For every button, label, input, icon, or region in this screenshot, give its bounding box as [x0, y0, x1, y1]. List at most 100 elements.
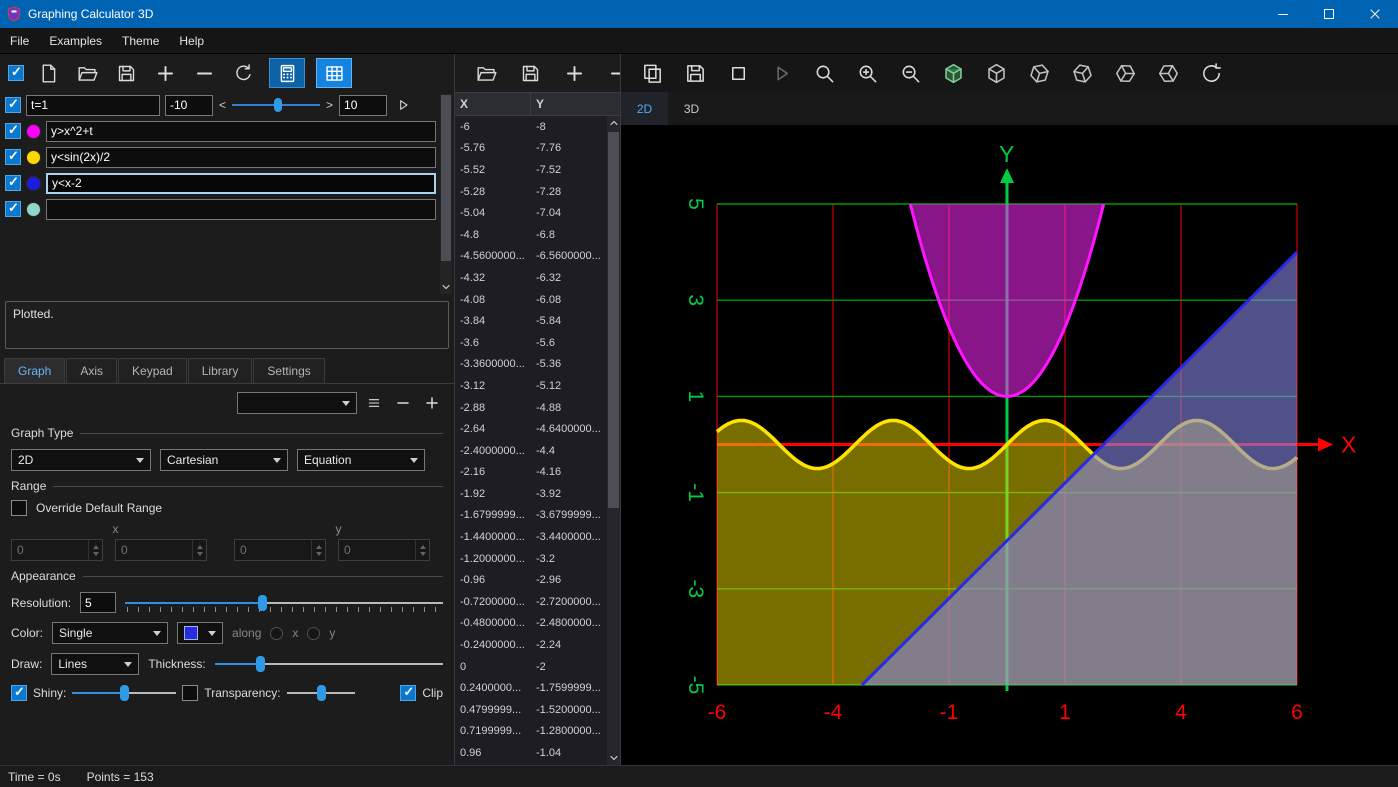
table-row[interactable]: -4.08 -6.08 [455, 289, 620, 311]
spin-down-icon[interactable] [315, 551, 322, 556]
transparency-slider[interactable] [286, 684, 355, 702]
table-row[interactable]: -4.32 -6.32 [455, 267, 620, 289]
add-equation-button[interactable] [150, 58, 180, 88]
table-row[interactable]: -0.7200000... -2.7200000... [455, 591, 620, 613]
equation-type-select[interactable]: Equation [297, 449, 425, 471]
stop-button[interactable] [723, 58, 753, 88]
table-row[interactable]: -4.8 -6.8 [455, 224, 620, 246]
add-graph-button[interactable] [420, 392, 444, 414]
table-row[interactable]: -0.4800000... -2.4800000... [455, 613, 620, 635]
view-default-button[interactable] [938, 58, 968, 88]
draw-mode-select[interactable]: Lines [51, 653, 140, 675]
clip-checkbox[interactable] [400, 684, 417, 701]
tab-3d[interactable]: 3D [668, 92, 715, 125]
view-front-button[interactable] [981, 58, 1011, 88]
minimize-button[interactable] [1260, 0, 1306, 28]
table-row[interactable]: -4.5600000... -6.5600000... [455, 246, 620, 268]
equation-color-swatch[interactable] [26, 123, 41, 139]
tab-keypad[interactable]: Keypad [118, 358, 187, 383]
range-x-max-spinner[interactable]: 0 [115, 539, 207, 561]
range-y-min-spinner[interactable]: 0 [234, 539, 326, 561]
calculator-view-toggle[interactable] [269, 58, 305, 88]
thickness-slider[interactable] [214, 655, 443, 673]
parameter-increment-button[interactable]: > [325, 98, 334, 112]
remove-row-button[interactable] [603, 58, 621, 88]
equation-color-swatch[interactable] [26, 201, 41, 217]
resolution-slider[interactable] [125, 594, 443, 612]
new-file-button[interactable] [33, 58, 63, 88]
table-row[interactable]: -6 -8 [455, 116, 620, 138]
saved-graph-select[interactable] [237, 392, 357, 414]
menu-examples[interactable]: Examples [39, 28, 112, 53]
scroll-down-button[interactable] [440, 280, 452, 294]
table-row[interactable]: -5.52 -7.52 [455, 159, 620, 181]
maximize-button[interactable] [1306, 0, 1352, 28]
equation-enabled-checkbox[interactable] [5, 148, 21, 165]
zoom-in-button[interactable] [852, 58, 882, 88]
slider-thumb[interactable] [316, 685, 326, 701]
equations-scrollbar[interactable] [440, 94, 452, 294]
select-all-checkbox[interactable] [8, 64, 24, 81]
tab-library[interactable]: Library [187, 358, 253, 383]
menu-theme[interactable]: Theme [112, 28, 169, 53]
play-button[interactable] [766, 58, 796, 88]
scrollbar-thumb[interactable] [441, 95, 451, 261]
shiny-slider[interactable] [72, 684, 177, 702]
equation-input[interactable] [46, 146, 436, 168]
spin-down-icon[interactable] [92, 551, 99, 556]
replot-button[interactable] [228, 58, 258, 88]
slider-thumb[interactable] [120, 685, 130, 701]
spin-up-icon[interactable] [196, 544, 203, 549]
tab-settings[interactable]: Settings [253, 358, 325, 383]
table-row[interactable]: -2.64 -4.6400000... [455, 418, 620, 440]
equation-input[interactable] [46, 198, 436, 220]
table-row[interactable]: -2.4000000... -4.4 [455, 440, 620, 462]
menu-help[interactable]: Help [169, 28, 214, 53]
table-row[interactable]: 0 -2 [455, 656, 620, 678]
color-swatch-select[interactable] [177, 622, 224, 644]
parameter-min-input[interactable] [165, 94, 213, 116]
save-table-button[interactable] [515, 58, 545, 88]
override-range-checkbox[interactable] [11, 500, 27, 516]
table-row[interactable]: -3.3600000... -5.36 [455, 354, 620, 376]
slider-thumb[interactable] [257, 594, 267, 611]
equation-enabled-checkbox[interactable] [5, 174, 21, 191]
table-row[interactable]: -1.4400000... -3.4400000... [455, 526, 620, 548]
equation-input[interactable] [46, 120, 436, 142]
remove-equation-button[interactable] [189, 58, 219, 88]
spin-down-icon[interactable] [196, 551, 203, 556]
equation-color-swatch[interactable] [26, 175, 41, 191]
table-row[interactable]: -5.04 -7.04 [455, 202, 620, 224]
table-row[interactable]: 0.2400000... -1.7599999... [455, 677, 620, 699]
resolution-input[interactable] [80, 592, 117, 613]
transparency-checkbox[interactable] [182, 685, 199, 701]
save-image-button[interactable] [680, 58, 710, 88]
spin-up-icon[interactable] [315, 544, 322, 549]
range-x-min-spinner[interactable]: 0 [11, 539, 103, 561]
copy-image-button[interactable] [637, 58, 667, 88]
table-row[interactable]: -1.6799999... -3.6799999... [455, 505, 620, 527]
dimension-select[interactable]: 2D [11, 449, 151, 471]
table-row[interactable]: -0.2400000... -2.24 [455, 634, 620, 656]
menu-file[interactable]: File [0, 28, 39, 53]
zoom-fit-button[interactable] [809, 58, 839, 88]
table-scrollbar[interactable] [607, 116, 620, 765]
table-row[interactable]: -3.84 -5.84 [455, 310, 620, 332]
view-left-button[interactable] [1067, 58, 1097, 88]
open-file-button[interactable] [72, 58, 102, 88]
equation-enabled-checkbox[interactable] [5, 122, 21, 139]
parameter-decrement-button[interactable]: < [218, 98, 227, 112]
scrollbar-thumb[interactable] [608, 132, 619, 509]
column-header-y[interactable]: Y [531, 97, 620, 111]
auto-rotate-button[interactable] [1196, 58, 1226, 88]
table-row[interactable]: -0.96 -2.96 [455, 569, 620, 591]
zoom-out-button[interactable] [895, 58, 925, 88]
along-x-radio[interactable] [270, 626, 284, 640]
view-back-button[interactable] [1024, 58, 1054, 88]
view-top-button[interactable] [1153, 58, 1183, 88]
shiny-checkbox[interactable] [11, 684, 27, 701]
table-row[interactable]: -1.92 -3.92 [455, 483, 620, 505]
spin-up-icon[interactable] [92, 544, 99, 549]
equation-enabled-checkbox[interactable] [5, 200, 21, 217]
table-row[interactable]: -3.12 -5.12 [455, 375, 620, 397]
